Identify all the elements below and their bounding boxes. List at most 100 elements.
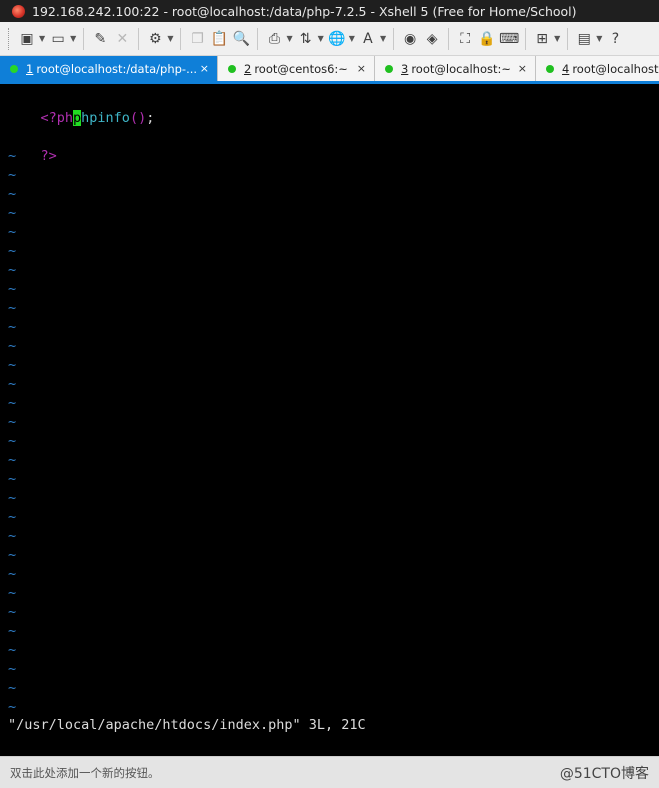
tab-number: 1 <box>26 61 34 76</box>
chevron-down-icon[interactable]: ▼ <box>286 34 292 43</box>
empty-line-tilde: ~ <box>8 547 17 563</box>
empty-line-tilde: ~ <box>8 148 17 164</box>
watermark: @51CTO博客 <box>559 765 649 782</box>
add-tab-icon[interactable]: ⊞ <box>531 27 553 51</box>
keyboard-icon[interactable]: ⌨ <box>498 27 520 51</box>
empty-line-tilde: ~ <box>8 585 17 601</box>
php-close-tag: ?> <box>40 148 57 164</box>
tab-label: root@localhost:~ <box>411 61 512 76</box>
connected-status-icon <box>385 64 393 73</box>
semicolon: ; <box>146 110 155 126</box>
empty-line-tilde: ~ <box>8 319 17 335</box>
close-tab-icon[interactable]: × <box>200 62 209 75</box>
empty-line-tilde: ~ <box>8 661 17 677</box>
disconnect-icon[interactable]: ✕ <box>111 27 133 51</box>
connected-status-icon <box>10 64 18 73</box>
paste-icon[interactable]: 📋 <box>208 27 230 51</box>
terminal-screen[interactable]: <?php phpinfo(); ?> "/usr/local/apache/h… <box>0 84 659 756</box>
xshell-icon[interactable] <box>12 4 25 18</box>
session-tab-2[interactable]: 2 root@centos6:~ × <box>218 56 375 81</box>
chevron-down-icon[interactable]: ▼ <box>349 34 355 43</box>
script-icon[interactable]: ◈ <box>421 27 443 51</box>
fullscreen-icon[interactable]: ⛶ <box>454 27 476 51</box>
lock-icon[interactable]: 🔒 <box>476 27 498 51</box>
tab-label: root@localhost:~ <box>572 61 659 76</box>
chevron-down-icon[interactable]: ▼ <box>70 34 76 43</box>
toolbar-separator <box>393 27 395 50</box>
empty-line-tilde: ~ <box>8 528 17 544</box>
toolbar-buttons: ▣ ▼ ▭ ▼ ✎ ✕ ⚙ ▼ ❐ 📋 🔍 ⎙ ▼ ⇅ ▼ 🌐 ▼ A ▼ ◉ ◈ ⛶ 🔒 ⌨ ⊞ ▼ ▤ ▼? <box>16 27 626 51</box>
print-icon[interactable]: ⎙ <box>263 27 285 51</box>
session-tab-3[interactable]: 3 root@localhost:~ × <box>375 56 536 81</box>
empty-line-tilde: ~ <box>8 186 17 202</box>
toolbar-separator <box>567 27 569 50</box>
chevron-down-icon[interactable]: ▼ <box>318 34 324 43</box>
title-bar[interactable]: 192.168.242.100:22 - root@localhost:/dat… <box>0 0 659 22</box>
layout-icon[interactable]: ▤ <box>573 27 595 51</box>
empty-line-tilde: ~ <box>8 566 17 582</box>
empty-line-tilde: ~ <box>8 376 17 392</box>
open-folder-icon[interactable]: ▭ <box>47 27 69 51</box>
reconnect-icon[interactable]: ✎ <box>89 27 111 51</box>
chevron-down-icon[interactable]: ▼ <box>554 34 560 43</box>
close-tab-icon[interactable]: × <box>357 62 366 75</box>
toolbar-separator <box>180 27 182 50</box>
chevron-down-icon[interactable]: ▼ <box>39 34 45 43</box>
toolbar: ▣ ▼ ▭ ▼ ✎ ✕ ⚙ ▼ ❐ 📋 🔍 ⎙ ▼ ⇅ ▼ 🌐 ▼ A ▼ ◉ ◈ ⛶ 🔒 ⌨ ⊞ ▼ ▤ ▼? <box>0 22 659 56</box>
tab-number: 2 <box>244 61 252 76</box>
parentheses: () <box>129 110 147 126</box>
properties-icon[interactable]: ⚙ <box>144 27 166 51</box>
toolbar-separator <box>257 27 259 50</box>
empty-line-tilde: ~ <box>8 471 17 487</box>
tab-number: 3 <box>401 61 409 76</box>
toolbar-separator <box>448 27 450 50</box>
empty-line-tilde: ~ <box>8 452 17 468</box>
toolbar-separator <box>83 27 85 50</box>
globe-icon[interactable]: 🌐 <box>326 27 348 51</box>
empty-line-tilde: ~ <box>8 224 17 240</box>
session-tab-bar: 1 root@localhost:/data/php-... × 2 root@cent… <box>0 56 659 84</box>
session-tab-1[interactable]: 1 root@localhost:/data/php-... × <box>0 56 218 81</box>
close-tab-icon[interactable]: × <box>518 62 527 75</box>
copy-icon[interactable]: ❐ <box>186 27 208 51</box>
empty-line-tilde: ~ <box>8 509 17 525</box>
transfer-icon[interactable]: ⇅ <box>295 27 317 51</box>
toolbar-grip[interactable] <box>8 27 10 50</box>
connected-status-icon <box>228 64 236 73</box>
tab-label: root@localhost:/data/php-... <box>36 61 198 76</box>
status-hint[interactable]: 双击此处添加一个新的按钮。 <box>10 765 160 781</box>
toolbar-separator <box>138 27 140 50</box>
empty-line-tilde: ~ <box>8 699 17 715</box>
chevron-down-icon[interactable]: ▼ <box>167 34 173 43</box>
code-line-3: ?> <box>8 128 57 164</box>
help-icon[interactable]: ? <box>604 27 626 51</box>
status-bar: 双击此处添加一个新的按钮。 @51CTO博客 <box>0 756 659 788</box>
vim-status-line: "/usr/local/apache/htdocs/index.php" 3L,… <box>8 717 366 733</box>
connected-status-icon <box>546 64 554 73</box>
xftp-icon[interactable]: ◉ <box>399 27 421 51</box>
window-title: 192.168.242.100:22 - root@localhost:/dat… <box>32 3 577 19</box>
empty-line-tilde: ~ <box>8 680 17 696</box>
empty-line-tilde: ~ <box>8 338 17 354</box>
empty-line-tilde: ~ <box>8 205 17 221</box>
find-icon[interactable]: 🔍 <box>230 27 252 51</box>
empty-line-tilde: ~ <box>8 490 17 506</box>
empty-line-tilde: ~ <box>8 300 17 316</box>
text-cursor: p <box>73 110 82 126</box>
function-name: hpinfo <box>81 110 130 126</box>
empty-line-tilde: ~ <box>8 433 17 449</box>
code-line-2: phpinfo(); <box>8 109 154 128</box>
chevron-down-icon[interactable]: ▼ <box>596 34 602 43</box>
tab-label: root@centos6:~ <box>254 61 348 76</box>
empty-line-tilde: ~ <box>8 357 17 373</box>
empty-line-tilde: ~ <box>8 395 17 411</box>
empty-line-tilde: ~ <box>8 642 17 658</box>
new-session-icon[interactable]: ▣ <box>16 27 38 51</box>
tab-number: 4 <box>562 61 570 76</box>
font-icon[interactable]: A <box>357 27 379 51</box>
session-tab-4[interactable]: 4root@localhost:~ <box>536 56 659 81</box>
chevron-down-icon[interactable]: ▼ <box>380 34 386 43</box>
toolbar-separator <box>525 27 527 50</box>
empty-line-tilde: ~ <box>8 243 17 259</box>
